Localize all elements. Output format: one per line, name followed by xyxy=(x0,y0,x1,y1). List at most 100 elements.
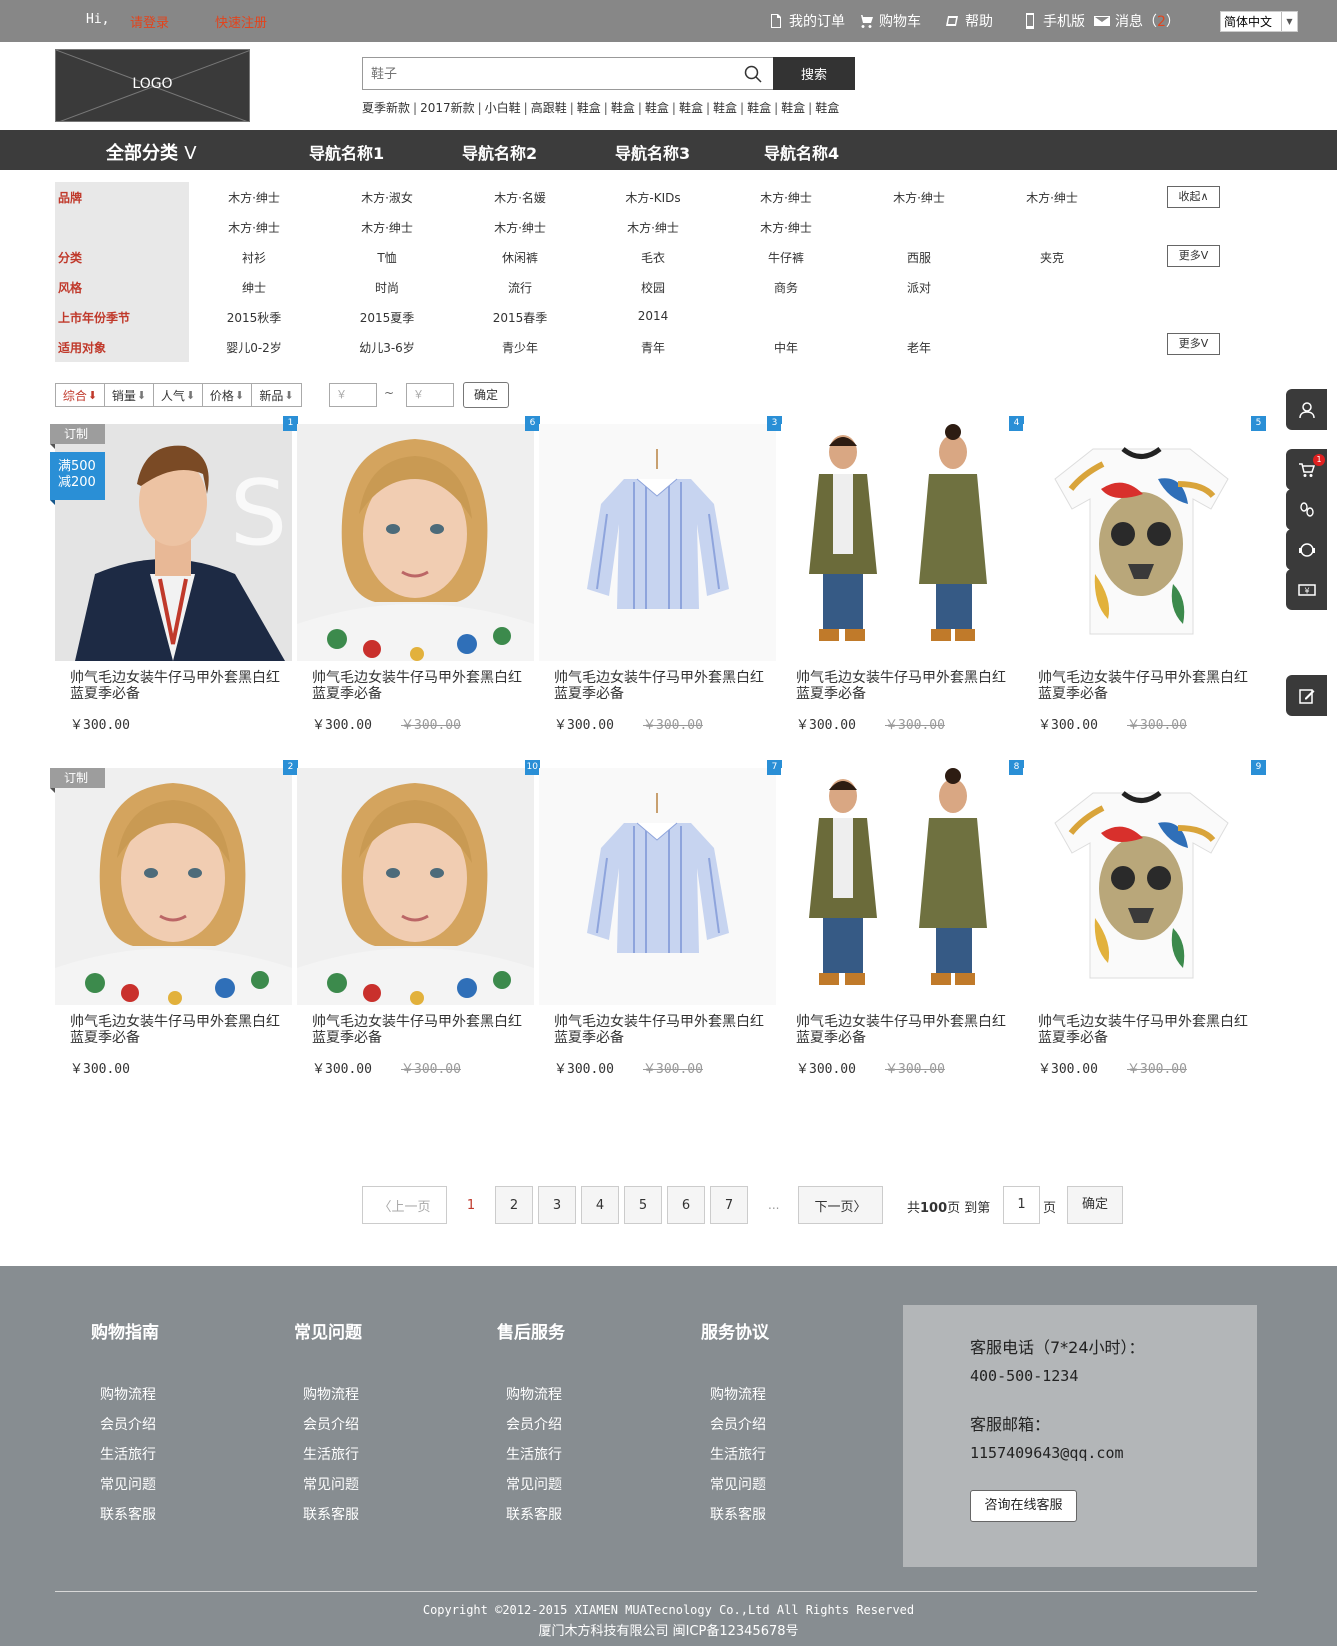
collapse-brand-button[interactable]: 收起∧ xyxy=(1167,186,1220,208)
filter-option[interactable]: 2014 xyxy=(638,309,669,323)
footer-link[interactable]: 购物流程 xyxy=(506,1384,562,1404)
product-card[interactable]: 9 帅气毛边女装牛仔马甲外套黑白红蓝夏季必备 ￥300.00 ￥300.00 xyxy=(1023,760,1266,1088)
product-title[interactable]: 帅气毛边女装牛仔马甲外套黑白红蓝夏季必备 xyxy=(312,1014,527,1046)
page-jump-input[interactable]: 1 xyxy=(1003,1186,1040,1224)
float-feedback-button[interactable] xyxy=(1286,675,1327,716)
footer-link[interactable]: 会员介绍 xyxy=(710,1414,766,1434)
float-cart-button[interactable]: 1 xyxy=(1286,449,1327,490)
product-card[interactable]: 7 帅气毛边女装牛仔马甲外套黑白红蓝夏季必备 ￥300.00 ￥300.00 xyxy=(539,760,782,1088)
help-link[interactable]: 帮助 xyxy=(944,11,993,31)
sort-option[interactable]: 新品 ⬇ xyxy=(252,384,301,406)
filter-option[interactable]: 时尚 xyxy=(375,279,399,296)
price-min-input[interactable]: ￥ xyxy=(329,383,377,407)
hotword-link[interactable]: 鞋盒 xyxy=(747,101,771,115)
filter-option[interactable]: 派对 xyxy=(907,279,931,296)
hotword-link[interactable]: 鞋盒 xyxy=(679,101,703,115)
footer-link[interactable]: 常见问题 xyxy=(710,1474,766,1494)
messages-link[interactable]: 消息（2） xyxy=(1094,11,1180,31)
sort-option[interactable]: 销量 ⬇ xyxy=(105,384,154,406)
hotword-link[interactable]: 鞋盒 xyxy=(611,101,635,115)
footer-link[interactable]: 常见问题 xyxy=(303,1474,359,1494)
float-history-button[interactable] xyxy=(1286,489,1327,530)
filter-option[interactable]: 西服 xyxy=(907,249,931,266)
filter-option[interactable]: 木方·绅士 xyxy=(760,189,812,206)
sort-option[interactable]: 综合 ⬇ xyxy=(56,384,105,406)
product-card[interactable]: 5 帅气毛边女装牛仔马甲外套黑白红蓝夏季必备 ￥300.00 ￥300.00 xyxy=(1023,416,1266,744)
product-card[interactable]: 4 帅气毛边女装牛仔马甲外套黑白红蓝夏季必备 ￥300.00 ￥300.00 xyxy=(781,416,1024,744)
page-number[interactable]: 5 xyxy=(624,1186,662,1224)
page-number[interactable]: 3 xyxy=(538,1186,576,1224)
filter-option[interactable]: 木方·绅士 xyxy=(228,189,280,206)
product-image[interactable] xyxy=(1023,424,1260,661)
footer-link[interactable]: 生活旅行 xyxy=(506,1444,562,1464)
product-image[interactable] xyxy=(539,424,776,661)
product-title[interactable]: 帅气毛边女装牛仔马甲外套黑白红蓝夏季必备 xyxy=(554,1014,769,1046)
filter-option[interactable]: 休闲裤 xyxy=(502,249,538,266)
search-input[interactable] xyxy=(362,57,773,90)
filter-option[interactable]: 衬衫 xyxy=(242,249,266,266)
product-image[interactable] xyxy=(297,424,534,661)
filter-option[interactable]: 木方·绅士 xyxy=(1026,189,1078,206)
filter-option[interactable]: 绅士 xyxy=(242,279,266,296)
page-number[interactable]: 2 xyxy=(495,1186,533,1224)
sort-option[interactable]: 价格 ⬇ xyxy=(203,384,252,406)
footer-link[interactable]: 会员介绍 xyxy=(303,1414,359,1434)
footer-link[interactable]: 联系客服 xyxy=(303,1504,359,1524)
footer-link[interactable]: 联系客服 xyxy=(710,1504,766,1524)
hotword-link[interactable]: 鞋盒 xyxy=(815,101,839,115)
search-button[interactable]: 搜索 xyxy=(773,57,855,90)
language-select[interactable]: 简体中文 ▼ xyxy=(1220,11,1298,32)
product-title[interactable]: 帅气毛边女装牛仔马甲外套黑白红蓝夏季必备 xyxy=(1038,1014,1253,1046)
filter-option[interactable]: 木方·淑女 xyxy=(361,189,413,206)
filter-option[interactable]: 夹克 xyxy=(1040,249,1064,266)
nav-item-3[interactable]: 导航名称3 xyxy=(615,140,690,164)
cart-link[interactable]: 购物车 xyxy=(858,11,921,31)
product-image[interactable] xyxy=(55,768,292,1005)
more-target-button[interactable]: 更多V xyxy=(1167,333,1220,355)
more-category-button[interactable]: 更多V xyxy=(1167,245,1220,267)
prev-page-button[interactable]: 〈上一页 xyxy=(362,1186,447,1224)
filter-option[interactable]: 青年 xyxy=(641,339,665,356)
page-number[interactable]: 6 xyxy=(667,1186,705,1224)
filter-option[interactable]: 2015秋季 xyxy=(227,309,282,326)
footer-link[interactable]: 购物流程 xyxy=(303,1384,359,1404)
product-image[interactable] xyxy=(781,424,1018,661)
hotword-link[interactable]: 鞋盒 xyxy=(713,101,737,115)
hotword-link[interactable]: 鞋盒 xyxy=(781,101,805,115)
float-service-button[interactable] xyxy=(1286,529,1327,570)
footer-link[interactable]: 生活旅行 xyxy=(710,1444,766,1464)
product-title[interactable]: 帅气毛边女装牛仔马甲外套黑白红蓝夏季必备 xyxy=(312,670,527,702)
product-image[interactable] xyxy=(539,768,776,1005)
filter-option[interactable]: 婴儿0-2岁 xyxy=(226,339,282,356)
footer-link[interactable]: 常见问题 xyxy=(506,1474,562,1494)
product-title[interactable]: 帅气毛边女装牛仔马甲外套黑白红蓝夏季必备 xyxy=(796,670,1011,702)
my-orders-link[interactable]: 我的订单 xyxy=(768,11,845,31)
footer-link[interactable]: 联系客服 xyxy=(506,1504,562,1524)
filter-option[interactable]: 校园 xyxy=(641,279,665,296)
nav-item-2[interactable]: 导航名称2 xyxy=(462,140,537,164)
product-title[interactable]: 帅气毛边女装牛仔马甲外套黑白红蓝夏季必备 xyxy=(70,670,285,702)
next-page-button[interactable]: 下一页〉 xyxy=(798,1186,883,1224)
filter-option[interactable]: 老年 xyxy=(907,339,931,356)
product-image[interactable] xyxy=(297,768,534,1005)
product-title[interactable]: 帅气毛边女装牛仔马甲外套黑白红蓝夏季必备 xyxy=(1038,670,1253,702)
filter-option[interactable]: T恤 xyxy=(377,249,396,266)
sort-option[interactable]: 人气 ⬇ xyxy=(154,384,203,406)
hotword-link[interactable]: 小白鞋 xyxy=(485,101,521,115)
hotword-link[interactable]: 高跟鞋 xyxy=(531,101,567,115)
product-image[interactable] xyxy=(1023,768,1260,1005)
hotword-link[interactable]: 2017新款 xyxy=(420,101,475,115)
footer-link[interactable]: 会员介绍 xyxy=(506,1414,562,1434)
register-link[interactable]: 快速注册 xyxy=(215,12,267,31)
product-title[interactable]: 帅气毛边女装牛仔马甲外套黑白红蓝夏季必备 xyxy=(796,1014,1011,1046)
page-number[interactable]: 1 xyxy=(457,1186,485,1224)
float-coupon-button[interactable]: ¥ xyxy=(1286,569,1327,610)
page-number[interactable]: 4 xyxy=(581,1186,619,1224)
mobile-link[interactable]: 手机版 xyxy=(1022,11,1085,31)
filter-option[interactable]: 牛仔裤 xyxy=(768,249,804,266)
product-title[interactable]: 帅气毛边女装牛仔马甲外套黑白红蓝夏季必备 xyxy=(554,670,769,702)
login-link[interactable]: 请登录 xyxy=(130,12,169,31)
product-card[interactable]: 8 帅气毛边女装牛仔马甲外套黑白红蓝夏季必备 ￥300.00 ￥300.00 xyxy=(781,760,1024,1088)
filter-option[interactable]: 木方·绅士 xyxy=(760,219,812,236)
footer-link[interactable]: 联系客服 xyxy=(100,1504,156,1524)
